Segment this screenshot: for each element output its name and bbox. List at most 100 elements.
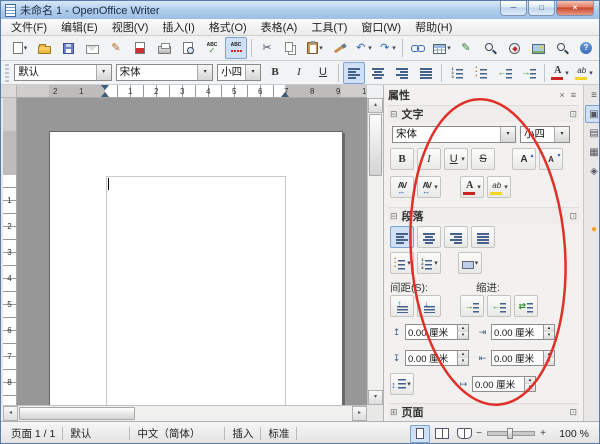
scroll-up-icon[interactable]: ▴	[368, 98, 383, 113]
align-justify-button[interactable]	[415, 62, 437, 84]
spin-up-icon[interactable]: ▴	[458, 325, 468, 332]
underline-button[interactable]: U	[312, 62, 334, 84]
paragraph-background-button[interactable]: ▾	[458, 252, 482, 274]
expand-icon[interactable]: ⊞	[390, 407, 398, 418]
help-button[interactable]	[575, 37, 597, 59]
maximize-button[interactable]: □	[528, 1, 555, 16]
view-multi-page-button[interactable]	[432, 425, 452, 443]
view-single-page-button[interactable]	[410, 425, 430, 443]
collapse-icon[interactable]: ⊟	[390, 211, 398, 222]
sidebar-align-justify-button[interactable]	[471, 226, 495, 248]
bullet-list-button[interactable]	[470, 62, 492, 84]
sidebar-close-icon[interactable]: ×	[556, 90, 567, 100]
increase-char-spacing-button[interactable]: AV	[390, 176, 414, 198]
find-replace-button[interactable]	[479, 37, 501, 59]
scroll-left-icon[interactable]: ◂	[3, 406, 18, 421]
spin-down-icon[interactable]: ▾	[458, 332, 468, 339]
numbered-list-button[interactable]	[446, 62, 468, 84]
paste-button[interactable]: ▾	[304, 37, 326, 59]
collapse-icon[interactable]: ⊟	[390, 109, 398, 120]
paragraph-dialog-icon[interactable]: ⊡	[569, 211, 577, 222]
vertical-ruler[interactable]: 12345678	[3, 98, 17, 405]
font-size-combo[interactable]: 小四 ▾	[217, 64, 261, 81]
section-paragraph[interactable]: ⊟ 段落 ⊡	[388, 207, 579, 224]
vertical-scrollbar[interactable]: ▴ ▾	[367, 98, 383, 405]
decrease-indent-button[interactable]	[494, 62, 516, 84]
gallery-button[interactable]	[527, 37, 549, 59]
combo-arrow-icon[interactable]: ▾	[500, 127, 515, 142]
menu-help[interactable]: 帮助(H)	[408, 18, 459, 36]
scroll-down-icon[interactable]: ▾	[368, 390, 383, 405]
copy-button[interactable]	[280, 37, 302, 59]
draw-functions-button[interactable]: ✎	[455, 37, 477, 59]
character-dialog-icon[interactable]: ⊡	[569, 109, 577, 120]
sidebar-menu-icon[interactable]: ≡	[585, 86, 600, 104]
menu-edit[interactable]: 编辑(E)	[54, 18, 105, 36]
status-selection-mode[interactable]: 标准	[264, 426, 293, 441]
highlighting-button[interactable]: ab▾	[573, 62, 595, 84]
scroll-right-icon[interactable]: ▸	[352, 406, 367, 421]
font-color-button[interactable]: A▾	[549, 62, 571, 84]
spin-down-icon[interactable]: ▾	[544, 332, 554, 339]
gallery-tab-icon[interactable]: ▦	[585, 143, 600, 161]
sidebar-italic-button[interactable]: I	[417, 148, 441, 170]
toolbar-grip[interactable]	[5, 64, 9, 82]
shrink-font-button[interactable]: A	[539, 148, 563, 170]
zoom-level[interactable]: 100 %	[547, 428, 593, 440]
properties-tab-icon[interactable]: ▣	[585, 105, 600, 123]
section-character[interactable]: ⊟ 文字 ⊡	[388, 105, 579, 122]
section-page[interactable]: ⊞ 页面 ⊡	[388, 403, 579, 420]
horizontal-scrollbar[interactable]: ◂ ▸	[3, 405, 367, 421]
round-badge-icon[interactable]: ●	[585, 220, 600, 238]
hyperlink-button[interactable]	[407, 37, 429, 59]
page-preview-button[interactable]	[177, 37, 199, 59]
italic-button[interactable]: I	[288, 62, 310, 84]
close-button[interactable]: ×	[556, 1, 594, 16]
title-bar[interactable]: 未命名 1 - OpenOffice Writer ─ □ ×	[1, 1, 599, 19]
print-button[interactable]	[153, 37, 175, 59]
indent-after-field[interactable]: 0.00 厘米 ▴▾	[491, 350, 555, 366]
status-page-style[interactable]: 默认	[66, 426, 126, 441]
sidebar-increase-indent-button[interactable]	[460, 295, 484, 317]
navigator-tab-icon[interactable]: ◈	[585, 162, 600, 180]
new-document-button[interactable]: ▾	[9, 37, 31, 59]
sidebar-decrease-indent-button[interactable]	[487, 295, 511, 317]
zoom-out-icon[interactable]: −	[475, 428, 483, 439]
align-right-button[interactable]	[391, 62, 413, 84]
spin-down-icon[interactable]: ▾	[458, 358, 468, 365]
bold-button[interactable]: B	[264, 62, 286, 84]
combo-arrow-icon[interactable]: ▾	[96, 65, 111, 80]
redo-button[interactable]: ↷▾	[376, 37, 398, 59]
menu-window[interactable]: 窗口(W)	[354, 18, 408, 36]
spellcheck-button[interactable]	[201, 37, 223, 59]
align-center-button[interactable]	[367, 62, 389, 84]
menu-tools[interactable]: 工具(T)	[304, 18, 354, 36]
first-line-indent-field[interactable]: 0.00 厘米 ▴▾	[472, 376, 536, 392]
grow-font-button[interactable]: A	[512, 148, 536, 170]
menu-format[interactable]: 格式(O)	[202, 18, 254, 36]
decrease-para-spacing-button[interactable]	[417, 295, 441, 317]
spacing-above-field[interactable]: 0.00 厘米 ▴▾	[405, 324, 469, 340]
combo-arrow-icon[interactable]: ▾	[554, 127, 569, 142]
spin-up-icon[interactable]: ▴	[525, 377, 535, 384]
sidebar-font-color-button[interactable]: A▾	[460, 176, 484, 198]
sidebar-numbered-list-button[interactable]: ▾	[417, 252, 441, 274]
zoom-in-icon[interactable]: +	[539, 428, 547, 439]
font-name-combo[interactable]: 宋体 ▾	[116, 64, 213, 81]
spin-up-icon[interactable]: ▴	[544, 351, 554, 358]
sidebar-bullet-list-button[interactable]: ▾	[390, 252, 414, 274]
align-left-button[interactable]	[343, 62, 365, 84]
spin-down-icon[interactable]: ▾	[544, 358, 554, 365]
increase-indent-button[interactable]	[518, 62, 540, 84]
switch-indent-button[interactable]	[514, 295, 538, 317]
status-page-count[interactable]: 页面 1 / 1	[7, 426, 59, 441]
ruler-corner-button[interactable]	[1, 85, 17, 98]
sidebar-align-right-button[interactable]	[444, 226, 468, 248]
table-button[interactable]: ▾	[431, 37, 453, 59]
vertical-scroll-thumb[interactable]	[369, 114, 382, 176]
sidebar-menu-icon[interactable]: ≡	[568, 90, 579, 100]
horizontal-scroll-thumb[interactable]	[19, 407, 135, 420]
email-button[interactable]	[81, 37, 103, 59]
horizontal-ruler[interactable]: 2112345678910	[17, 85, 367, 98]
combo-arrow-icon[interactable]: ▾	[197, 65, 212, 80]
